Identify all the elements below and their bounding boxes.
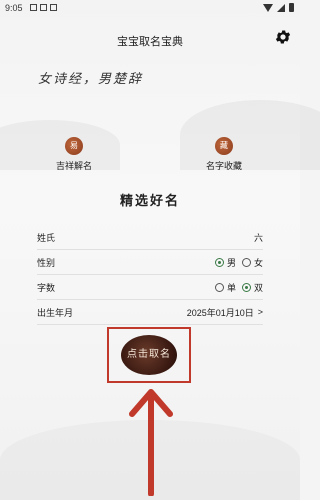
battery-icon bbox=[289, 3, 294, 12]
feature-name-analysis[interactable]: 易 吉祥解名 bbox=[34, 137, 114, 172]
app-screen: 9:05 宝宝取名宝典 女诗经，男楚辞 易 吉祥解名 藏 名字收藏 精选好名 姓… bbox=[0, 0, 320, 500]
char-count-label: 字数 bbox=[37, 282, 56, 293]
gender-label: 性别 bbox=[37, 257, 56, 268]
settings-notification-icon bbox=[50, 4, 57, 11]
seal-icon: 易 bbox=[65, 137, 83, 155]
status-bar: 9:05 bbox=[0, 0, 300, 16]
radio-unselected-icon bbox=[214, 282, 224, 292]
status-time: 9:05 bbox=[5, 3, 23, 13]
count-single-option[interactable]: 单 bbox=[214, 281, 236, 294]
chevron-right-icon: > bbox=[257, 307, 263, 317]
radio-selected-icon bbox=[241, 282, 251, 292]
count-single-label: 单 bbox=[226, 282, 236, 293]
feature-label: 名字收藏 bbox=[205, 161, 242, 171]
up-arrow-annotation bbox=[129, 389, 173, 496]
wifi-icon bbox=[263, 3, 273, 12]
birth-date-value: 2025年01月10日 bbox=[186, 307, 254, 318]
seal-icon: 藏 bbox=[215, 137, 233, 155]
gear-icon[interactable] bbox=[274, 28, 292, 46]
char-count-options: 单 双 bbox=[214, 281, 263, 294]
radio-unselected-icon bbox=[241, 257, 251, 267]
notification-icons bbox=[30, 4, 57, 11]
count-double-label: 双 bbox=[253, 282, 263, 293]
birth-date-label: 出生年月 bbox=[37, 307, 74, 318]
birth-date-picker[interactable]: 2025年01月10日 > bbox=[187, 306, 263, 319]
gender-female-label: 女 bbox=[253, 257, 263, 268]
page-title: 宝宝取名宝典 bbox=[117, 36, 183, 48]
surname-value[interactable]: 六 bbox=[254, 231, 263, 244]
gender-male-option[interactable]: 男 bbox=[214, 256, 236, 269]
gender-row: 性别 男 女 bbox=[37, 250, 263, 275]
highlight-box: 点击取名 bbox=[107, 327, 191, 383]
gender-male-label: 男 bbox=[226, 257, 236, 268]
notification-icon bbox=[30, 4, 37, 11]
gender-options: 男 女 bbox=[214, 256, 263, 269]
generate-name-button[interactable]: 点击取名 bbox=[121, 335, 177, 375]
section-title: 精选好名 bbox=[119, 194, 180, 209]
hero-calligraphy: 女诗经，男楚辞 bbox=[38, 72, 144, 87]
gender-female-option[interactable]: 女 bbox=[241, 256, 263, 269]
birth-date-row[interactable]: 出生年月 2025年01月10日 > bbox=[37, 300, 263, 325]
image-icon bbox=[40, 4, 47, 11]
feature-label: 吉祥解名 bbox=[55, 161, 92, 171]
char-count-row: 字数 单 双 bbox=[37, 275, 263, 300]
feature-name-favorites[interactable]: 藏 名字收藏 bbox=[184, 137, 264, 172]
surname-row[interactable]: 姓氏 六 bbox=[37, 225, 263, 250]
status-indicators bbox=[263, 3, 294, 12]
signal-icon bbox=[277, 3, 285, 12]
surname-label: 姓氏 bbox=[37, 232, 56, 243]
naming-form: 姓氏 六 性别 男 女 字数 单 双 出生年月 2025年01月10日 > bbox=[37, 225, 263, 325]
radio-selected-icon bbox=[214, 257, 224, 267]
count-double-option[interactable]: 双 bbox=[241, 281, 263, 294]
